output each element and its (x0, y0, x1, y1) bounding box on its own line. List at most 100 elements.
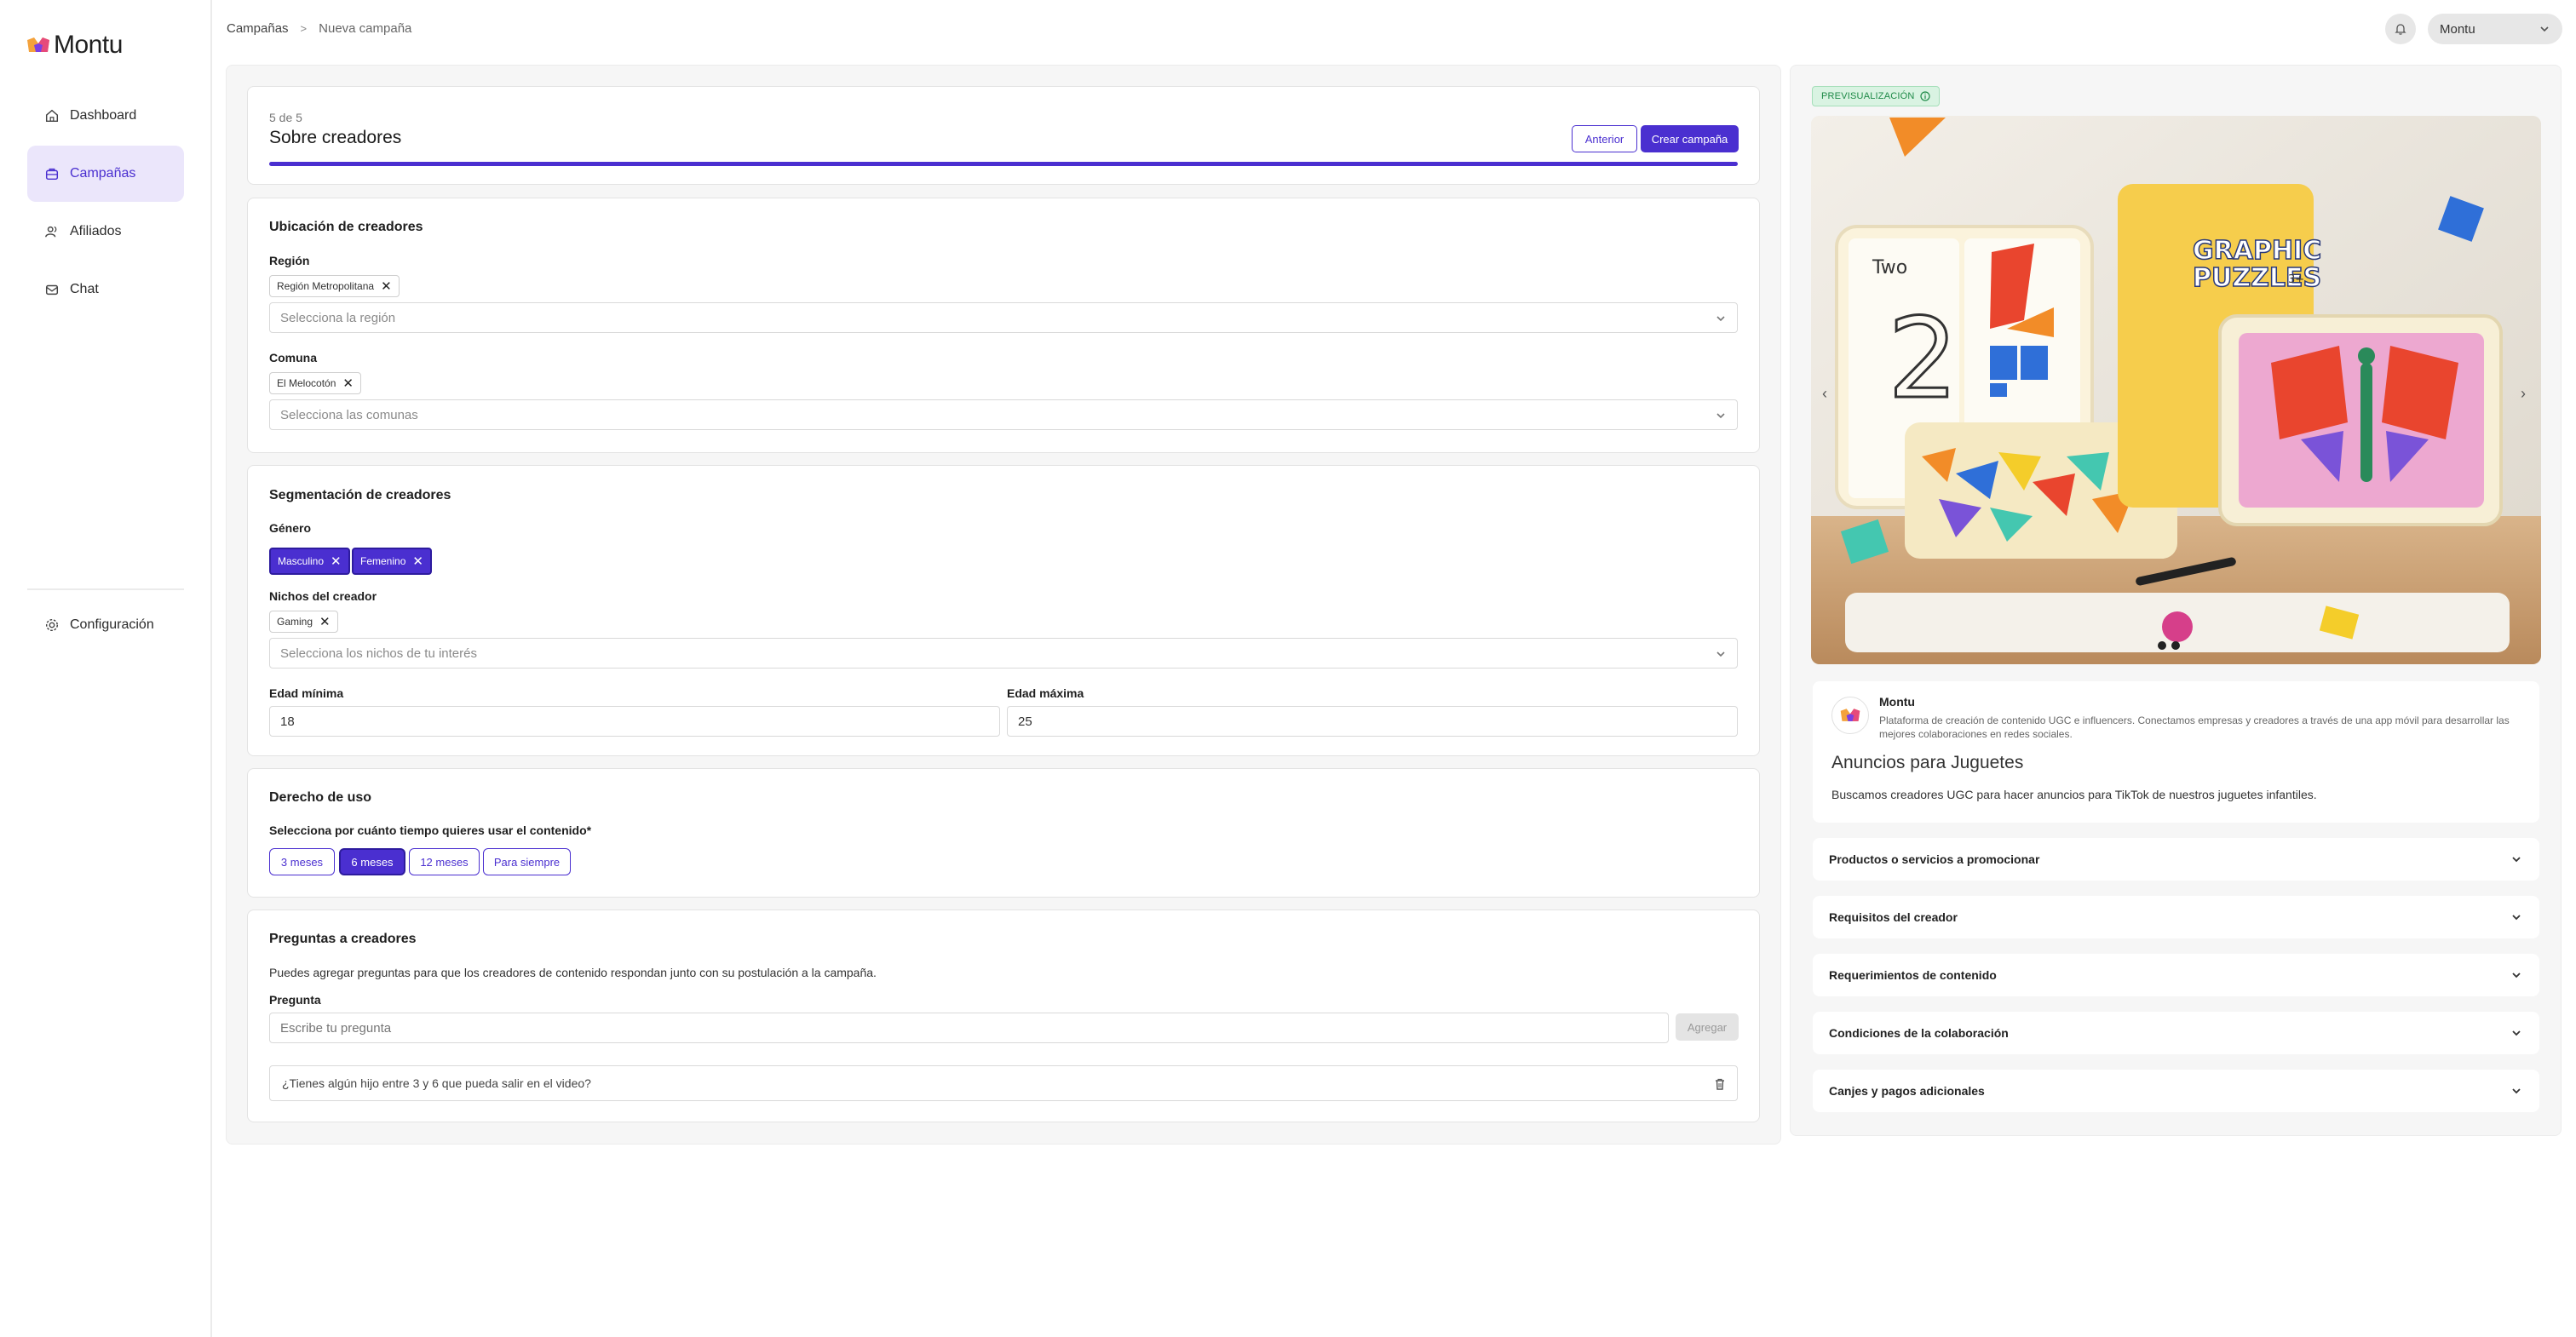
gender-chip-femenino[interactable]: Femenino ✕ (352, 548, 432, 575)
comuna-label: Comuna (269, 351, 317, 364)
location-title: Ubicación de creadores (269, 220, 423, 234)
close-icon[interactable]: ✕ (381, 280, 392, 293)
niches-select[interactable]: Selecciona los nichos de tu interés (269, 638, 1738, 668)
gender-label: Género (269, 521, 312, 535)
campaign-product-image: Two 2 GRAPHIC PUZZLES 3+ (1811, 116, 2541, 664)
step-header-card: 5 de 5 Sobre creadores Anterior Crear ca… (247, 86, 1760, 185)
briefcase-icon (45, 168, 59, 181)
accordion-label: Requisitos del creador (1829, 910, 1958, 924)
region-select[interactable]: Selecciona la región (269, 302, 1738, 333)
previous-button[interactable]: Anterior (1572, 125, 1637, 152)
users-icon (45, 226, 57, 238)
chip-label: Femenino (360, 555, 406, 567)
region-chip[interactable]: Región Metropolitana ✕ (269, 275, 400, 297)
comuna-select[interactable]: Selecciona las comunas (269, 399, 1738, 430)
chevron-down-icon (2512, 915, 2521, 921)
add-question-button[interactable]: Agregar (1676, 1013, 1739, 1041)
chip-label: Masculino (278, 555, 325, 567)
niches-label: Nichos del creador (269, 589, 377, 603)
app-logo[interactable]: Montu (26, 31, 123, 60)
breadcrumb-separator: > (300, 22, 308, 35)
chevron-down-icon (1716, 316, 1725, 322)
close-icon[interactable]: ✕ (342, 377, 354, 390)
usage-question: Selecciona por cuánto tiempo quieres usa… (269, 823, 592, 837)
chip-label: Gaming (277, 616, 313, 628)
niche-chip[interactable]: Gaming ✕ (269, 611, 338, 633)
company-name: Montu (1879, 695, 1915, 709)
step-progress-bar (269, 162, 1738, 166)
image-text-age: 3+ (2288, 273, 2304, 286)
home-icon (45, 109, 59, 123)
chevron-down-icon (1716, 651, 1725, 657)
usage-option-6-months[interactable]: 6 meses (339, 848, 405, 875)
close-icon[interactable]: ✕ (331, 555, 342, 568)
segmentation-card: Segmentación de creadores Género Masculi… (247, 465, 1760, 756)
sidebar-item-chat[interactable]: Chat (27, 261, 184, 318)
region-label: Región (269, 254, 310, 267)
breadcrumb-current: Nueva campaña (319, 21, 412, 36)
chevron-down-icon (2512, 973, 2521, 978)
chip-label: El Melocotón (277, 377, 336, 389)
company-info-card: Montu Plataforma de creación de contenid… (1813, 681, 2539, 823)
min-age-label: Edad mínima (269, 686, 344, 700)
min-age-input[interactable]: 18 (269, 706, 1000, 737)
comuna-chip[interactable]: El Melocotón ✕ (269, 372, 361, 394)
mail-icon (45, 284, 59, 296)
sidebar-item-afiliados[interactable]: Afiliados (27, 204, 184, 260)
image-next-arrow[interactable]: › (2521, 385, 2526, 403)
question-text: ¿Tienes algún hijo entre 3 y 6 que pueda… (282, 1076, 591, 1090)
question-input[interactable] (269, 1013, 1669, 1043)
close-icon[interactable]: ✕ (319, 616, 331, 628)
location-card: Ubicación de creadores Región Región Met… (247, 198, 1760, 453)
gender-chip-masculino[interactable]: Masculino ✕ (269, 548, 350, 575)
question-list-item: ¿Tienes algún hijo entre 3 y 6 que pueda… (269, 1065, 1738, 1101)
step-count: 5 de 5 (269, 111, 302, 124)
info-icon[interactable] (1919, 91, 1930, 101)
accordion-collaboration-conditions[interactable]: Condiciones de la colaboración (1813, 1012, 2539, 1054)
toy-puzzle-illustration: Two 2 GRAPHIC PUZZLES 3+ (1811, 116, 2541, 664)
usage-option-12-months[interactable]: 12 meses (409, 848, 480, 875)
questions-title: Preguntas a creadores (269, 932, 417, 946)
preview-badge: PREVISUALIZACIÓN (1812, 86, 1940, 106)
accordion-content-requirements[interactable]: Requerimientos de contenido (1813, 954, 2539, 996)
max-age-input[interactable]: 25 (1007, 706, 1738, 737)
sidebar-item-label: Configuración (70, 617, 154, 632)
preview-badge-label: PREVISUALIZACIÓN (1821, 91, 1915, 101)
breadcrumb-parent[interactable]: Campañas (227, 21, 289, 36)
accordion-label: Condiciones de la colaboración (1829, 1026, 2009, 1040)
app-name: Montu (54, 31, 123, 59)
sidebar-divider (27, 588, 184, 590)
create-campaign-button[interactable]: Crear campaña (1641, 125, 1739, 152)
company-description: Plataforma de creación de contenido UGC … (1879, 714, 2510, 740)
accordion-creator-requirements[interactable]: Requisitos del creador (1813, 896, 2539, 938)
usage-title: Derecho de uso (269, 790, 372, 805)
sidebar-item-configuracion[interactable]: Configuración (27, 597, 184, 653)
accordion-products[interactable]: Productos o servicios a promocionar (1813, 838, 2539, 881)
sidebar-item-campanas[interactable]: Campañas (27, 146, 184, 202)
usage-rights-card: Derecho de uso Selecciona por cuánto tie… (247, 768, 1760, 898)
bell-icon (2395, 24, 2406, 35)
trash-icon[interactable] (1713, 1077, 1727, 1091)
chevron-down-icon (2512, 857, 2521, 863)
user-menu-label: Montu (2440, 21, 2475, 37)
close-icon[interactable]: ✕ (412, 555, 423, 568)
chevron-down-icon (1716, 413, 1725, 419)
step-title: Sobre creadores (269, 128, 402, 147)
questions-description: Puedes agregar preguntas para que los cr… (269, 966, 877, 979)
sidebar-item-dashboard[interactable]: Dashboard (27, 88, 184, 144)
accordion-extra-payments[interactable]: Canjes y pagos adicionales (1813, 1070, 2539, 1112)
region-placeholder: Selecciona la región (280, 310, 396, 325)
user-menu-select[interactable]: Montu (2428, 14, 2562, 44)
chevron-down-icon (2512, 1030, 2521, 1036)
gear-icon (45, 618, 59, 632)
image-prev-arrow[interactable]: ‹ (1822, 385, 1827, 403)
sidebar-item-label: Campañas (70, 166, 136, 181)
usage-option-forever[interactable]: Para siempre (483, 848, 571, 875)
questions-card: Preguntas a creadores Puedes agregar pre… (247, 910, 1760, 1122)
chevron-down-icon (2540, 26, 2549, 32)
breadcrumb: Campañas > Nueva campaña (227, 21, 411, 36)
notifications-button[interactable] (2385, 14, 2416, 44)
montu-logo-icon (27, 37, 49, 52)
usage-option-3-months[interactable]: 3 meses (269, 848, 335, 875)
comuna-placeholder: Selecciona las comunas (280, 407, 418, 422)
